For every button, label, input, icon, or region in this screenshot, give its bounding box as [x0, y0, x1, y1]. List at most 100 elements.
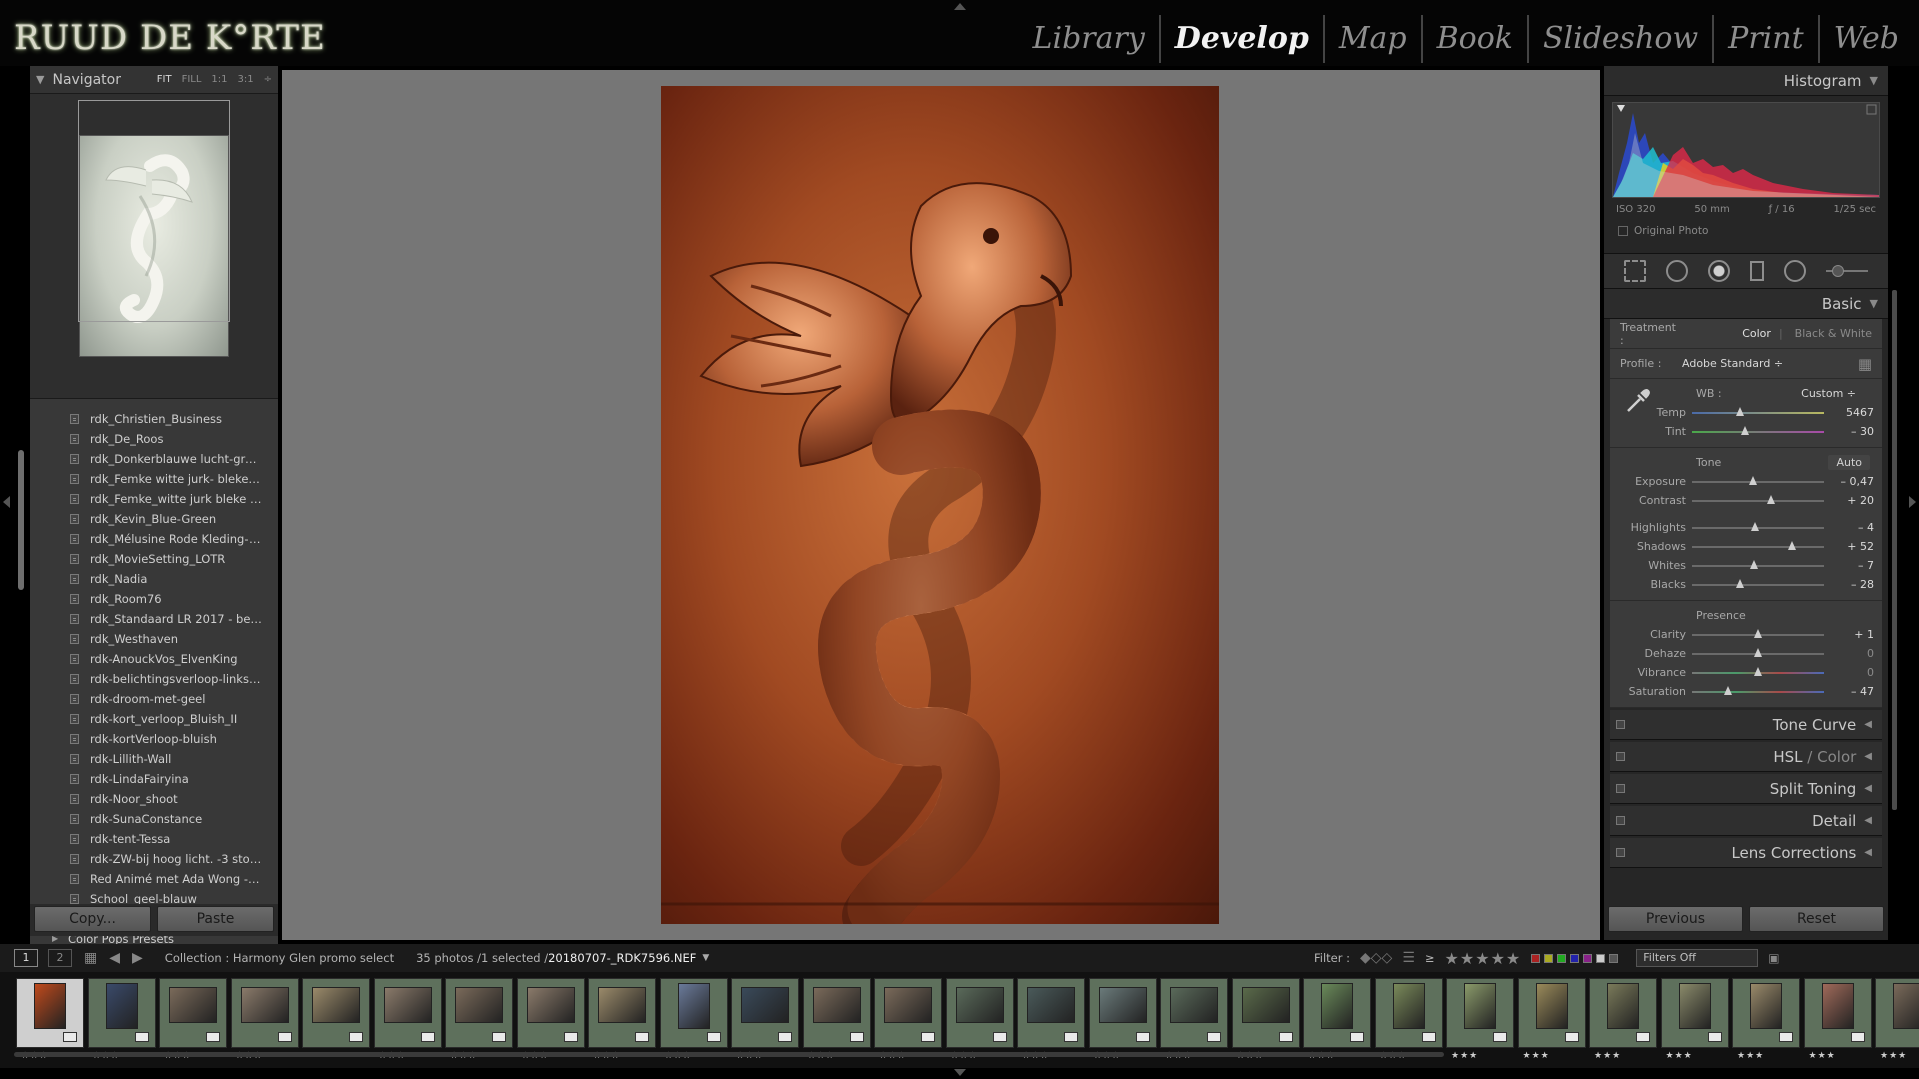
collapse-triangle-icon[interactable]: ▼	[1870, 74, 1878, 87]
show-top-panel-arrow-icon[interactable]	[954, 3, 966, 10]
filmstrip-thumbnail[interactable]: ★★★	[516, 978, 585, 1061]
slider-track-saturation[interactable]	[1692, 685, 1824, 695]
slider-thumb[interactable]	[1754, 647, 1762, 657]
flag-filter-icon[interactable]: ◆◇◇	[1360, 950, 1392, 966]
filmstrip-thumbnail[interactable]: ★★★	[1517, 978, 1586, 1061]
collapse-triangle-icon[interactable]: ▼	[36, 73, 44, 86]
slider-value[interactable]: 5467	[1824, 406, 1874, 419]
filmstrip-thumbnail[interactable]: ★★★	[945, 978, 1014, 1061]
filmstrip-thumbnail[interactable]: ★★★	[445, 978, 513, 1061]
slider-thumb[interactable]	[1735, 578, 1744, 588]
slider-value[interactable]: – 0,47	[1824, 475, 1875, 488]
crop-tool-icon[interactable]	[1624, 260, 1646, 282]
preset-item[interactable]: rdk-droom-met-geel	[30, 689, 262, 709]
preset-item[interactable]: rdk-kortVerloop-bluish	[30, 729, 262, 749]
hsl-panel-header[interactable]: HSL / Color ◀	[1610, 742, 1882, 772]
zoom-fill[interactable]: FILL	[182, 74, 202, 85]
slider-track-exposure[interactable]	[1692, 475, 1824, 485]
other-label-swatch[interactable]	[1609, 953, 1619, 963]
adjustment-brush-slider[interactable]	[1826, 265, 1868, 277]
slider-value[interactable]: + 1	[1824, 628, 1874, 641]
preset-item[interactable]: rdk_Room76	[30, 589, 262, 609]
graduated-filter-tool-icon[interactable]	[1750, 261, 1764, 281]
red-eye-tool-icon[interactable]	[1708, 260, 1730, 282]
slider-thumb[interactable]	[1735, 406, 1744, 416]
preset-item[interactable]: rdk-Lillith-Wall	[30, 749, 262, 769]
slider-track-whites[interactable]	[1692, 559, 1824, 569]
expand-triangle-icon[interactable]: ◀	[1864, 783, 1872, 794]
filmstrip-scrollbar[interactable]	[14, 1052, 1444, 1057]
preset-item[interactable]: rdk_Christien_Business	[30, 409, 262, 429]
panel-toggle-switch-icon[interactable]	[1616, 784, 1625, 793]
slider-value[interactable]: – 47	[1824, 685, 1874, 698]
edit-filter-icon[interactable]: ☰	[1402, 950, 1415, 966]
slider-track-highlights[interactable]	[1692, 521, 1824, 531]
left-panel-scrollbar[interactable]	[18, 450, 24, 590]
filmstrip-thumbnail[interactable]: ★★★	[16, 978, 84, 1061]
back-arrow-icon[interactable]: ◀	[109, 950, 120, 966]
rating-operator[interactable]: ≥	[1425, 951, 1435, 965]
previous-settings-button[interactable]: Previous	[1608, 906, 1743, 932]
blue-label-swatch[interactable]	[1570, 953, 1580, 963]
slider-value[interactable]: + 20	[1824, 494, 1874, 507]
filmstrip-thumbnail[interactable]: ★★★	[1589, 978, 1657, 1061]
profile-browser-grid-icon[interactable]: ▦	[1858, 355, 1872, 373]
preset-item[interactable]: rdk_Femke_witte jurk bleke hu...	[30, 489, 262, 509]
module-library[interactable]: Library	[1019, 15, 1159, 63]
spot-removal-tool-icon[interactable]	[1666, 260, 1688, 282]
zoom-stepper-icon[interactable]: ÷	[264, 74, 272, 85]
filmstrip-thumbnail[interactable]: ★★★	[230, 978, 299, 1061]
filmstrip-thumbnail[interactable]: ★★★	[1231, 978, 1300, 1061]
slider-value[interactable]: 0	[1824, 647, 1874, 660]
preset-item[interactable]: rdk-ZW-bij hoog licht. -3 stops	[30, 849, 262, 869]
filmstrip-thumbnail[interactable]: ★★★	[659, 978, 728, 1061]
main-window-button[interactable]: 1	[14, 949, 38, 967]
collapse-triangle-icon[interactable]: ▼	[1870, 297, 1878, 310]
radial-filter-tool-icon[interactable]	[1784, 260, 1806, 282]
filmstrip-thumbnail[interactable]: ★★★	[1374, 978, 1443, 1061]
navigator-header[interactable]: ▼ Navigator FIT FILL 1:1 3:1 ÷	[30, 66, 278, 94]
auto-tone-button[interactable]: Auto	[1828, 454, 1870, 470]
preset-item[interactable]: rdk_Westhaven	[30, 629, 262, 649]
filmstrip-thumbnail[interactable]: ★★★	[159, 978, 227, 1061]
original-photo-checkbox[interactable]	[1618, 226, 1628, 236]
color-label-filter[interactable]	[1531, 953, 1619, 963]
color-title[interactable]: Color	[1817, 748, 1856, 766]
module-slideshow[interactable]: Slideshow	[1526, 15, 1712, 63]
slider-track-temp[interactable]	[1692, 406, 1824, 416]
right-panel-scrollbar[interactable]	[1892, 290, 1897, 810]
zoom-1-1[interactable]: 1:1	[211, 74, 227, 85]
filmstrip-thumbnail[interactable]: ★★★	[87, 978, 156, 1061]
split-toning-panel-header[interactable]: Split Toning ◀	[1610, 774, 1882, 804]
selected-filename[interactable]: 20180707-_RDK7596.NEF	[548, 951, 696, 965]
hsl-title[interactable]: HSL	[1773, 748, 1802, 766]
zoom-3-1[interactable]: 3:1	[238, 74, 254, 85]
collection-source[interactable]: Collection : Harmony Glen promo select	[165, 951, 394, 965]
yellow-label-swatch[interactable]	[1544, 953, 1554, 963]
green-label-swatch[interactable]	[1557, 953, 1567, 963]
lens-corrections-panel-header[interactable]: Lens Corrections ◀	[1610, 838, 1882, 868]
preset-item[interactable]: rdk-tent-Tessa	[30, 829, 262, 849]
preset-item[interactable]: rdk_Nadia	[30, 569, 262, 589]
show-right-panel-arrow-icon[interactable]	[1909, 496, 1916, 508]
slider-thumb[interactable]	[1748, 475, 1757, 485]
slider-thumb[interactable]	[1740, 425, 1749, 435]
filmstrip-thumbnail[interactable]: ★★★	[802, 978, 871, 1061]
filter-lock-icon[interactable]: ▣	[1768, 951, 1779, 965]
expand-triangle-icon[interactable]: ◀	[1864, 847, 1872, 858]
preset-item[interactable]: rdk_Standaard LR 2017 - beetje...	[30, 609, 262, 629]
filmstrip-thumbnail[interactable]: ★★★	[1160, 978, 1228, 1061]
detail-panel-header[interactable]: Detail ◀	[1610, 806, 1882, 836]
show-filmstrip-arrow-icon[interactable]	[954, 1069, 966, 1076]
basic-header[interactable]: Basic ▼	[1604, 289, 1888, 319]
slider-track-contrast[interactable]	[1692, 494, 1824, 504]
loupe-view[interactable]	[282, 70, 1600, 940]
slider-track-clarity[interactable]	[1692, 628, 1824, 638]
slider-thumb[interactable]	[1788, 540, 1797, 550]
filmstrip-thumbnail[interactable]: ★★★	[1660, 978, 1729, 1061]
slider-track-dehaze[interactable]	[1692, 647, 1824, 657]
module-print[interactable]: Print	[1712, 15, 1818, 63]
preset-item[interactable]: rdk-AnouckVos_ElvenKing	[30, 649, 262, 669]
expand-triangle-icon[interactable]: ◀	[1864, 815, 1872, 826]
filmstrip-thumbnail[interactable]: ★★★	[1875, 978, 1919, 1061]
